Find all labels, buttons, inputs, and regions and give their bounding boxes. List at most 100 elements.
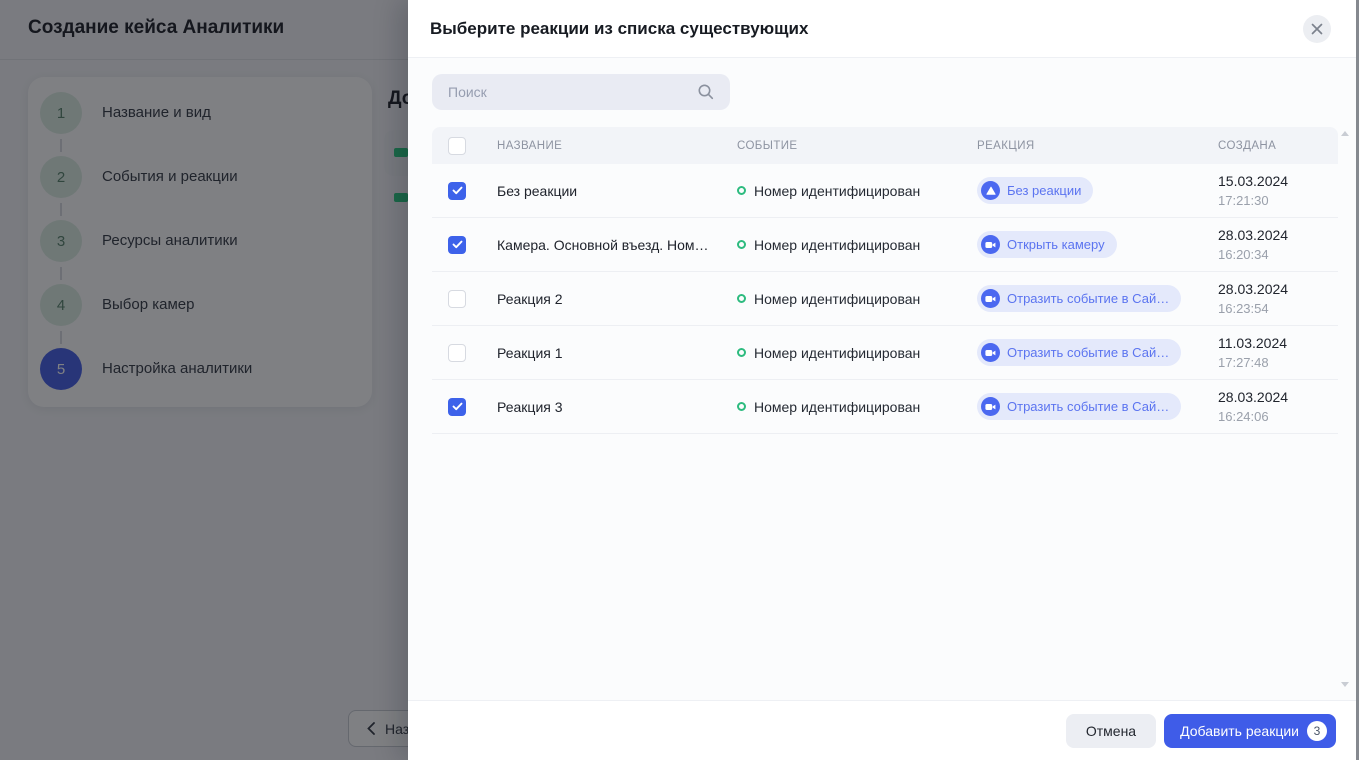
header-checkbox-cell — [432, 137, 480, 155]
table-body: Без реакции Номер идентифицирован Без ре… — [432, 164, 1338, 434]
reaction-type-icon — [981, 235, 1000, 254]
reaction-cell: Отразить событие в Сай… — [977, 285, 1218, 312]
reaction-cell: Открыть камеру — [977, 231, 1218, 258]
created-date: 15.03.2024 — [1218, 173, 1338, 190]
reaction-badge-label: Открыть камеру — [1007, 237, 1105, 252]
add-reactions-label: Добавить реакции — [1180, 723, 1299, 739]
row-checkbox[interactable] — [448, 344, 466, 362]
cancel-button[interactable]: Отмена — [1066, 714, 1156, 748]
scrollbar-up-arrow-icon[interactable] — [1341, 131, 1349, 136]
reaction-name: Реакция 1 — [480, 345, 737, 361]
scrollbar-down-arrow-icon[interactable] — [1341, 682, 1349, 687]
modal-header: Выберите реакции из списка существующих — [408, 0, 1359, 58]
reaction-badge: Открыть камеру — [977, 231, 1117, 258]
created-date: 28.03.2024 — [1218, 227, 1338, 244]
event-name: Номер идентифицирован — [754, 237, 920, 253]
no-reaction-icon — [986, 186, 996, 196]
checkmark-icon — [452, 402, 463, 411]
reactions-table: НАЗВАНИЕ СОБЫТИЕ РЕАКЦИЯ СОЗДАНА Без реа… — [432, 127, 1338, 434]
selected-count-badge: 3 — [1307, 721, 1327, 741]
event-status-icon — [737, 402, 746, 411]
column-header-reaction: РЕАКЦИЯ — [977, 140, 1218, 152]
row-checkbox-cell — [432, 290, 480, 308]
created-time: 16:20:34 — [1218, 247, 1338, 263]
created-cell: 15.03.2024 17:21:30 — [1218, 173, 1338, 208]
reaction-cell: Без реакции — [977, 177, 1218, 204]
reaction-name: Без реакции — [480, 183, 737, 199]
reaction-type-icon — [981, 289, 1000, 308]
event-status-icon — [737, 294, 746, 303]
column-header-event: СОБЫТИЕ — [737, 140, 977, 152]
event-cell: Номер идентифицирован — [737, 399, 977, 415]
column-header-name: НАЗВАНИЕ — [480, 140, 737, 152]
reaction-badge-label: Отразить событие в Сай… — [1007, 345, 1169, 360]
row-checkbox[interactable] — [448, 290, 466, 308]
table-row[interactable]: Реакция 1 Номер идентифицирован Отразить… — [432, 326, 1338, 380]
reaction-type-icon — [981, 397, 1000, 416]
reaction-badge: Отразить событие в Сай… — [977, 339, 1181, 366]
created-cell: 11.03.2024 17:27:48 — [1218, 335, 1338, 370]
table-row[interactable]: Без реакции Номер идентифицирован Без ре… — [432, 164, 1338, 218]
camera-icon — [985, 240, 996, 250]
reaction-name: Камера. Основной въезд. Ном… — [480, 237, 737, 253]
reaction-badge: Отразить событие в Сай… — [977, 393, 1181, 420]
add-reactions-button[interactable]: Добавить реакции 3 — [1164, 714, 1336, 748]
row-checkbox[interactable] — [448, 398, 466, 416]
created-date: 11.03.2024 — [1218, 335, 1338, 352]
row-checkbox[interactable] — [448, 182, 466, 200]
created-time: 16:24:06 — [1218, 409, 1338, 425]
close-icon — [1311, 23, 1323, 35]
created-time: 16:23:54 — [1218, 301, 1338, 317]
reaction-badge: Без реакции — [977, 177, 1093, 204]
row-checkbox-cell — [432, 398, 480, 416]
event-status-icon — [737, 186, 746, 195]
event-name: Номер идентифицирован — [754, 183, 920, 199]
event-name: Номер идентифицирован — [754, 399, 920, 415]
event-name: Номер идентифицирован — [754, 345, 920, 361]
table-header-row: НАЗВАНИЕ СОБЫТИЕ РЕАКЦИЯ СОЗДАНА — [432, 127, 1338, 164]
search-icon[interactable] — [697, 83, 715, 101]
created-date: 28.03.2024 — [1218, 281, 1338, 298]
event-cell: Номер идентифицирован — [737, 237, 977, 253]
reaction-cell: Отразить событие в Сай… — [977, 393, 1218, 420]
checkmark-icon — [452, 240, 463, 249]
event-cell: Номер идентифицирован — [737, 291, 977, 307]
reaction-cell: Отразить событие в Сай… — [977, 339, 1218, 366]
reaction-badge-label: Без реакции — [1007, 183, 1081, 198]
row-checkbox-cell — [432, 182, 480, 200]
table-row[interactable]: Реакция 2 Номер идентифицирован Отразить… — [432, 272, 1338, 326]
checkmark-icon — [452, 186, 463, 195]
event-cell: Номер идентифицирован — [737, 183, 977, 199]
created-cell: 28.03.2024 16:23:54 — [1218, 281, 1338, 316]
modal-title: Выберите реакции из списка существующих — [430, 19, 808, 39]
row-checkbox-cell — [432, 344, 480, 362]
event-status-icon — [737, 240, 746, 249]
column-header-created: СОЗДАНА — [1218, 140, 1338, 152]
modal-backdrop[interactable] — [0, 0, 408, 760]
modal-footer: Отмена Добавить реакции 3 — [408, 700, 1356, 760]
event-name: Номер идентифицирован — [754, 291, 920, 307]
camera-icon — [985, 348, 996, 358]
select-all-checkbox[interactable] — [448, 137, 466, 155]
camera-icon — [985, 402, 996, 412]
search-field — [432, 74, 730, 110]
table-row[interactable]: Реакция 3 Номер идентифицирован Отразить… — [432, 380, 1338, 434]
reaction-badge-label: Отразить событие в Сай… — [1007, 399, 1169, 414]
close-button[interactable] — [1303, 15, 1331, 43]
camera-icon — [985, 294, 996, 304]
created-date: 28.03.2024 — [1218, 389, 1338, 406]
reaction-badge-label: Отразить событие в Сай… — [1007, 291, 1169, 306]
reaction-type-icon — [981, 343, 1000, 362]
table-row[interactable]: Камера. Основной въезд. Ном… Номер идент… — [432, 218, 1338, 272]
row-checkbox[interactable] — [448, 236, 466, 254]
created-time: 17:27:48 — [1218, 355, 1338, 371]
created-cell: 28.03.2024 16:24:06 — [1218, 389, 1338, 424]
reaction-name: Реакция 3 — [480, 399, 737, 415]
reaction-badge: Отразить событие в Сай… — [977, 285, 1181, 312]
search-input[interactable] — [432, 74, 730, 110]
event-status-icon — [737, 348, 746, 357]
created-time: 17:21:30 — [1218, 193, 1338, 209]
reaction-type-icon — [981, 181, 1000, 200]
created-cell: 28.03.2024 16:20:34 — [1218, 227, 1338, 262]
row-checkbox-cell — [432, 236, 480, 254]
